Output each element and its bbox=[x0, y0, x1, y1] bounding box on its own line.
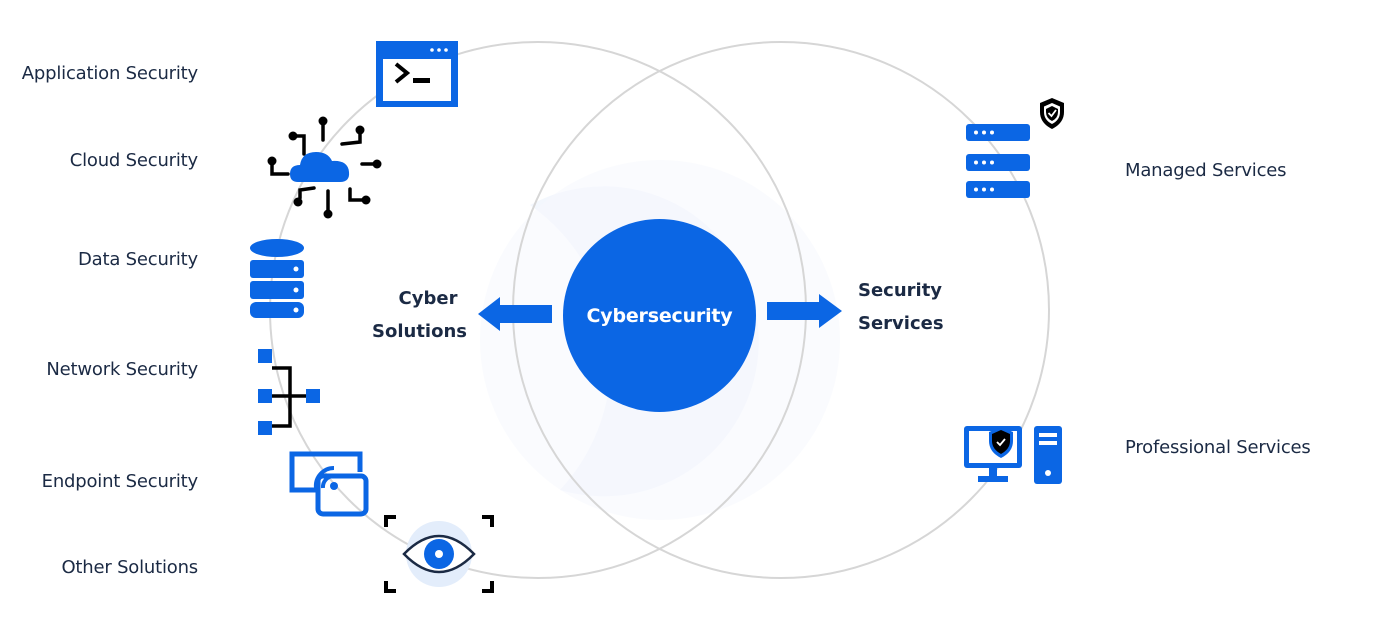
server-shield-icon bbox=[966, 98, 1064, 198]
cyber-solutions-title-line2: Solutions bbox=[372, 321, 467, 342]
cloud-network-icon bbox=[267, 116, 382, 219]
wireless-devices-icon bbox=[289, 451, 369, 517]
security-services-title: Security Services bbox=[858, 274, 944, 340]
terminal-window-icon bbox=[376, 41, 458, 107]
label-application-security: Application Security bbox=[21, 63, 198, 84]
label-professional-services: Professional Services bbox=[1125, 437, 1311, 458]
label-cloud-security: Cloud Security bbox=[69, 150, 198, 171]
label-endpoint-security: Endpoint Security bbox=[41, 471, 199, 492]
database-icon bbox=[250, 239, 304, 318]
cyber-solutions-title-line1: Cyber bbox=[398, 288, 458, 309]
label-managed-services: Managed Services bbox=[1125, 160, 1287, 181]
center-label: Cybersecurity bbox=[586, 304, 733, 327]
label-other-solutions: Other Solutions bbox=[61, 557, 198, 578]
center-node[interactable]: Cybersecurity bbox=[563, 219, 756, 412]
label-data-security: Data Security bbox=[77, 249, 198, 270]
security-services-title-line1: Security bbox=[858, 280, 943, 301]
shield-check-icon bbox=[1040, 98, 1064, 129]
eye-scan-icon bbox=[384, 515, 494, 593]
label-network-security: Network Security bbox=[46, 359, 198, 380]
security-services-title-line2: Services bbox=[858, 313, 944, 334]
cyber-solutions-title: Cyber Solutions bbox=[372, 282, 467, 348]
computer-shield-icon bbox=[964, 426, 1062, 484]
network-topology-icon bbox=[258, 349, 320, 435]
